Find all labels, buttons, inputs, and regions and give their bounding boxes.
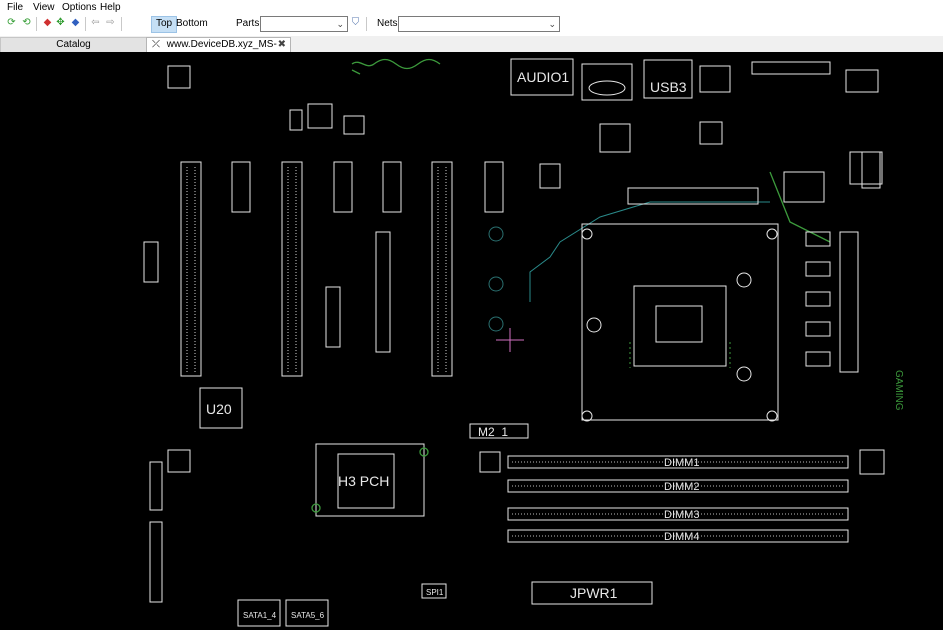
pcie-slot: [431, 161, 453, 377]
mount-hole: [581, 228, 593, 240]
dimm2-label: DIMM2: [664, 481, 699, 493]
tab-strip: Catalog ⤫ www.DeviceDB.xyz_MS-7A11 ✖: [0, 36, 943, 64]
trace: [351, 69, 361, 75]
gaming-label: GAMING: [893, 370, 904, 411]
back-arrow-icon[interactable]: ⇦: [90, 17, 101, 28]
pch-label: H3 PCH: [338, 473, 389, 489]
menu-view[interactable]: View: [33, 2, 55, 13]
dimm3-label: DIMM3: [664, 509, 699, 521]
refresh-green-icon[interactable]: ⟳: [6, 17, 17, 28]
chevron-down-icon: ⌄: [548, 19, 556, 29]
cpu-socket: [581, 223, 779, 421]
chip: [699, 121, 723, 145]
vga-port: [588, 80, 626, 96]
toolbar-separator: [85, 17, 86, 31]
chip: [307, 103, 333, 129]
filter-icon[interactable]: ⛉: [350, 17, 361, 28]
dimm-pins: [512, 461, 845, 537]
via: [488, 226, 504, 242]
mount-hole: [736, 366, 752, 382]
chip: [289, 109, 303, 131]
cpu-pad-array: [633, 285, 727, 367]
lan-connector: [845, 69, 879, 93]
parts-select[interactable]: ⌄: [260, 16, 348, 32]
trace-squiggle: [351, 58, 441, 70]
fit-board-icon[interactable]: ✥: [55, 17, 66, 28]
component-column: [375, 231, 391, 353]
tab-catalog[interactable]: Catalog: [0, 37, 147, 52]
right-component-stack: [805, 231, 859, 373]
component-column: [325, 286, 341, 348]
chip: [343, 115, 365, 135]
sata1-label: SATA1_4: [243, 611, 277, 620]
pcie-slot: [281, 161, 303, 377]
mount-hole: [586, 317, 602, 333]
dimm1-label: DIMM1: [664, 457, 699, 469]
m2-label: M2_1: [478, 425, 508, 439]
header-connector: [751, 61, 831, 75]
chip: [539, 163, 561, 189]
board-canvas[interactable]: AUDIO1 USB3 U20 M2_1 H3 PCH DIMM1 DIMM2 …: [0, 52, 943, 630]
pcie-x1-slot: [484, 161, 504, 213]
tab-catalog-label: Catalog: [56, 39, 91, 50]
toolbar-separator: [366, 17, 367, 31]
pcie-x1-slot: [333, 161, 353, 213]
chevron-down-icon: ⌄: [336, 19, 344, 29]
tab-board[interactable]: ⤫ www.DeviceDB.xyz_MS-7A11 ✖: [146, 37, 291, 64]
pcie-x1-slot: [382, 161, 402, 213]
via: [488, 316, 504, 332]
audio-label: AUDIO1: [517, 69, 569, 85]
chip: [167, 65, 191, 89]
toolbar-separator: [121, 17, 122, 31]
layer-red-icon[interactable]: ◆: [42, 17, 53, 28]
mount-hole: [736, 272, 752, 288]
refresh-green-2-icon[interactable]: ⟲: [21, 17, 32, 28]
nets-label: Nets:: [377, 18, 401, 29]
u20-label: U20: [206, 401, 232, 417]
layer-blue-icon[interactable]: ◆: [70, 17, 81, 28]
menu-help[interactable]: Help: [100, 2, 121, 13]
close-icon[interactable]: ✖: [278, 38, 286, 52]
pcie-slot: [180, 161, 202, 377]
header: [861, 151, 881, 189]
menu-file[interactable]: File: [7, 2, 23, 13]
spi-label: SPI1: [426, 588, 444, 597]
bottom-layer-button[interactable]: Bottom: [172, 16, 212, 31]
left-component-stack: [149, 449, 885, 603]
slot-pins: [186, 167, 447, 372]
sata2-label: SATA5_6: [291, 611, 325, 620]
board-view: AUDIO1 USB3 U20 M2_1 H3 PCH DIMM1 DIMM2 …: [143, 58, 904, 627]
cpu-center: [655, 305, 703, 343]
toolbar-separator: [36, 17, 37, 31]
cpu-green-pads: [629, 342, 731, 368]
mount-hole: [766, 228, 778, 240]
chip: [783, 171, 825, 203]
menu-bar: File View Options Help: [0, 0, 943, 14]
cursor-crosshair: [496, 328, 524, 352]
dimm4-label: DIMM4: [664, 531, 699, 543]
trace: [529, 201, 770, 302]
menu-options[interactable]: Options: [62, 2, 96, 13]
toolbar: ⟳ ⟲ ◆ ✥ ◆ ⇦ ⇨ Top Bottom Parts: ⌄ ⛉ Nets…: [0, 14, 943, 34]
jpwr-label: JPWR1: [570, 585, 618, 601]
parts-label: Parts:: [236, 18, 263, 29]
nets-select[interactable]: ⌄: [398, 16, 560, 32]
pcie-x1-slot: [231, 161, 251, 213]
usb2-connector: [699, 65, 731, 93]
chip: [849, 151, 883, 185]
board-link-icon: ⤫: [152, 39, 160, 50]
forward-arrow-icon[interactable]: ⇨: [105, 17, 116, 28]
usb3-label: USB3: [650, 79, 687, 95]
header: [143, 241, 159, 283]
chip: [599, 123, 631, 153]
via: [488, 276, 504, 292]
